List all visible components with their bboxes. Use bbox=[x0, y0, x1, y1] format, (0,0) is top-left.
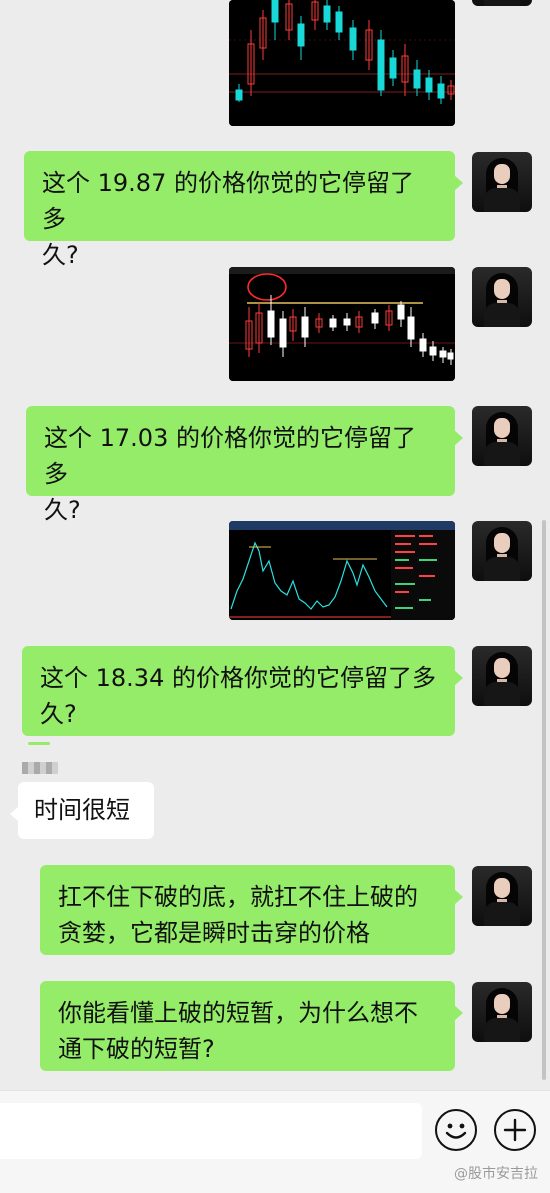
avatar[interactable] bbox=[472, 521, 532, 581]
avatar[interactable] bbox=[472, 0, 532, 6]
input-bar: @股市安吉拉 bbox=[0, 1090, 550, 1193]
plus-icon[interactable] bbox=[494, 1109, 536, 1151]
message-bubble[interactable]: 这个 17.03 的价格你觉的它停留了多 久? bbox=[26, 406, 463, 524]
message-text-line: 这个 18.34 的价格你觉的它停留了多 bbox=[40, 664, 436, 692]
chat-history: 这个 19.87 的价格你觉的它停留了多 久? 这个 17.03 的价格你觉的它… bbox=[0, 0, 550, 1090]
avatar[interactable] bbox=[472, 646, 532, 706]
message-text-line: 这个 17.03 的价格你觉的它停留了多 bbox=[44, 424, 416, 488]
avatar[interactable] bbox=[472, 866, 532, 926]
smile-icon[interactable] bbox=[435, 1109, 477, 1151]
message-text: 时间很短 bbox=[34, 796, 130, 824]
avatar[interactable] bbox=[472, 152, 532, 212]
message-text-line: 这个 19.87 的价格你觉的它停留了多 bbox=[42, 169, 414, 233]
message-text-line: 通下破的短暂? bbox=[58, 1035, 215, 1063]
message-bubble[interactable]: 这个 18.34 的价格你觉的它停留了多 久? bbox=[22, 646, 463, 736]
avatar[interactable] bbox=[472, 982, 532, 1042]
avatar[interactable] bbox=[472, 406, 532, 466]
sender-name-blurred bbox=[22, 762, 58, 774]
divider bbox=[28, 742, 50, 745]
message-input[interactable] bbox=[0, 1103, 422, 1159]
message-bubble-received[interactable]: 时间很短 bbox=[10, 782, 154, 839]
message-bubble[interactable]: 你能看懂上破的短暂，为什么想不 通下破的短暂? bbox=[40, 981, 463, 1071]
message-bubble[interactable]: 扛不住下破的底，就扛不住上破的 贪婪，它都是瞬时击穿的价格 bbox=[40, 865, 463, 955]
chart-image-1[interactable] bbox=[229, 0, 455, 126]
scrollbar[interactable] bbox=[542, 520, 546, 1080]
message-text-line: 贪婪，它都是瞬时击穿的价格 bbox=[58, 919, 370, 947]
watermark: @股市安吉拉 bbox=[454, 1166, 538, 1182]
message-text-line: 扛不住下破的底，就扛不住上破的 bbox=[58, 883, 418, 911]
message-text-line: 久? bbox=[40, 700, 77, 728]
chart-image-2[interactable] bbox=[229, 267, 455, 381]
avatar[interactable] bbox=[472, 267, 532, 327]
message-text-line: 你能看懂上破的短暂，为什么想不 bbox=[58, 999, 418, 1027]
message-bubble[interactable]: 这个 19.87 的价格你觉的它停留了多 久? bbox=[24, 151, 463, 269]
chart-image-3[interactable] bbox=[229, 521, 455, 620]
